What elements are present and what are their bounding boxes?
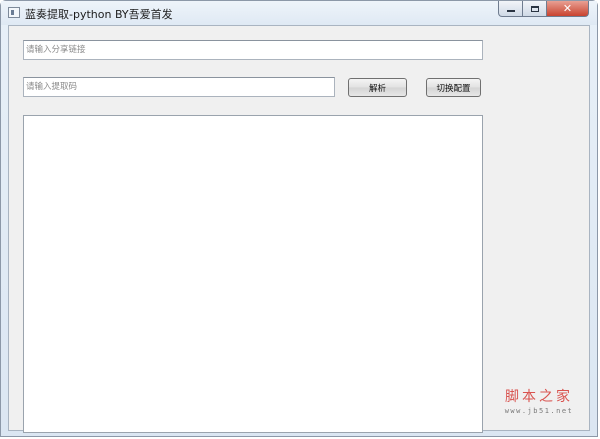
title-bar[interactable]: 蓝奏提取-python BY吾爱首发 ✕ [1,1,597,25]
output-textarea[interactable] [23,115,483,433]
window-controls: ✕ [498,1,589,18]
maximize-icon [530,5,539,12]
extract-code-input[interactable] [23,77,335,97]
watermark-url: www.jb51.net [504,407,574,415]
parse-button[interactable]: 解析 [348,78,407,97]
close-button[interactable]: ✕ [547,1,589,17]
watermark-title: 脚本之家 [505,389,573,405]
app-window-icon[interactable] [8,7,20,18]
app-window: 蓝奏提取-python BY吾爱首发 ✕ 解析 切换配置 脚本之家 ww [0,0,598,437]
switch-config-button-label: 切换配置 [436,83,471,94]
parse-button-label: 解析 [368,83,386,94]
share-link-input[interactable] [23,40,483,60]
main-panel: 解析 切换配置 [8,25,590,433]
window-title: 蓝奏提取-python BY吾爱首发 [25,8,173,21]
minimize-button[interactable] [498,1,523,17]
maximize-button[interactable] [523,1,547,17]
close-icon: ✕ [562,2,573,15]
switch-config-button[interactable]: 切换配置 [426,78,481,97]
minimize-icon [506,10,515,12]
site-watermark: 脚本之家 www.jb51.net [495,386,583,415]
